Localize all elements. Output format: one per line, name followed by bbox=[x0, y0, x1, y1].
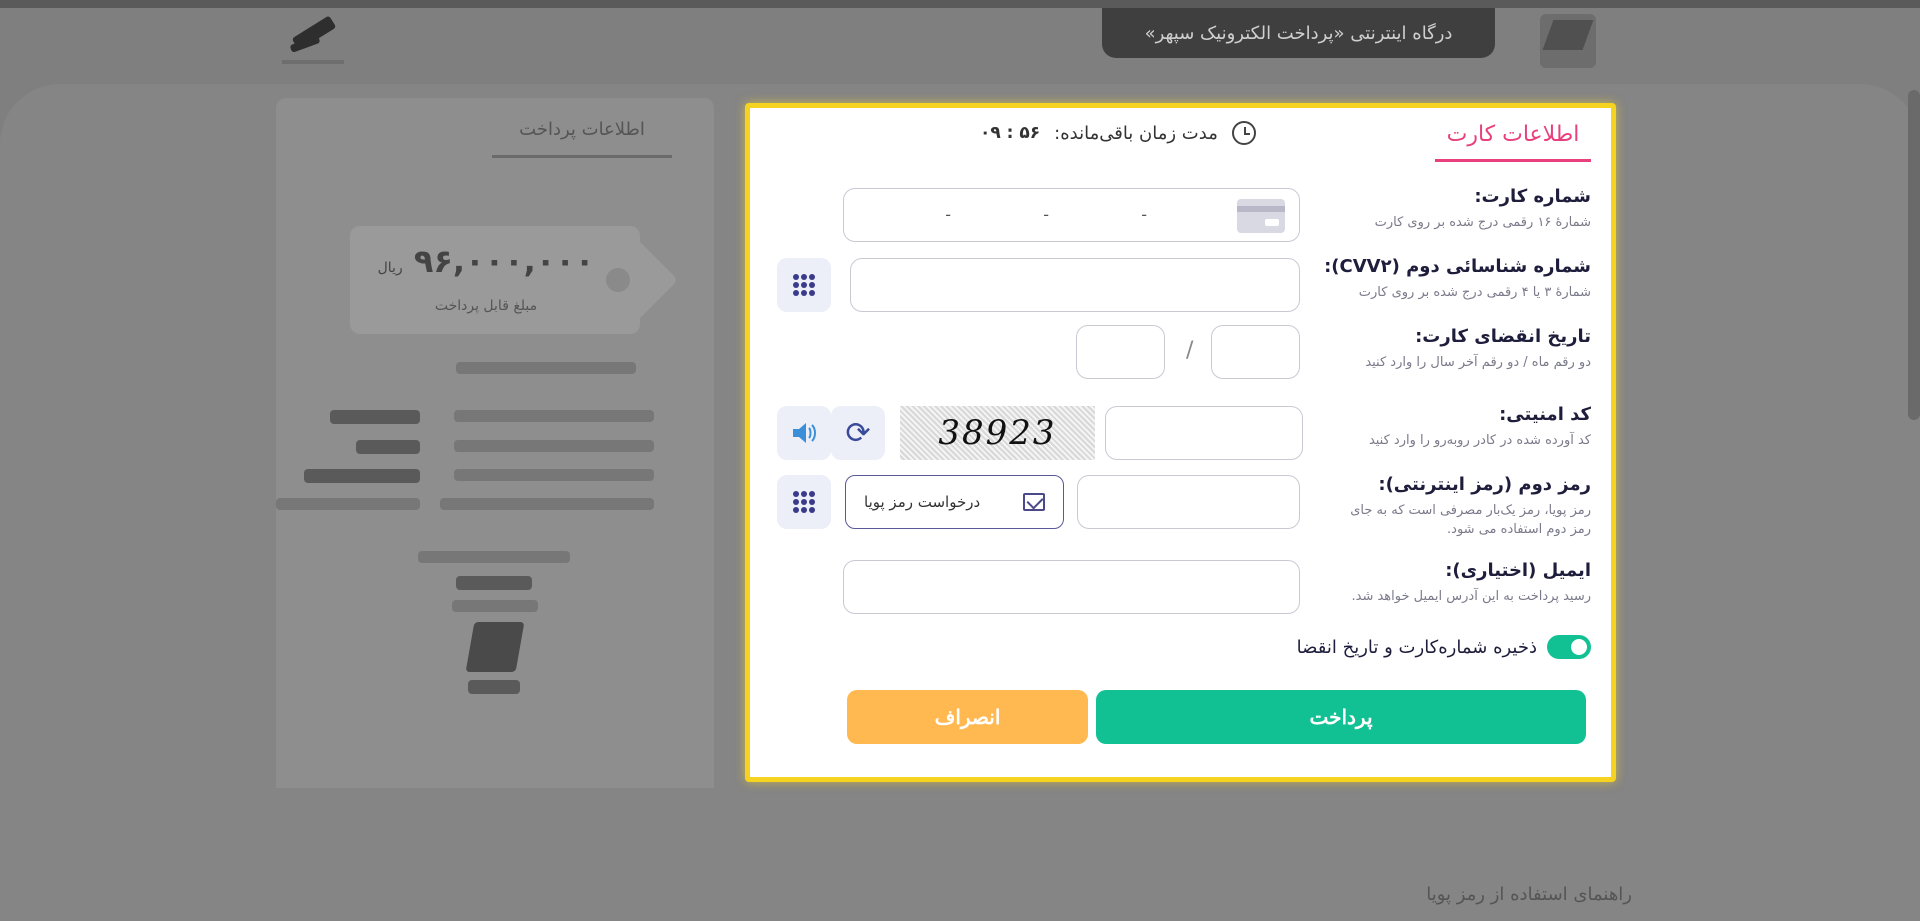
cancel-button[interactable]: انصراف bbox=[847, 690, 1088, 744]
bg-text-line bbox=[456, 576, 532, 590]
cvv2-input[interactable] bbox=[850, 258, 1300, 312]
help-link: راهنمای استفاده از رمز پویا bbox=[1426, 884, 1632, 905]
pin2-hint-line2: رمز دوم استفاده می شود. bbox=[1447, 522, 1591, 537]
clock-icon bbox=[1231, 121, 1256, 145]
captcha-hint: کد آورده شده در کادر روبه‌رو را وارد کنی… bbox=[1368, 433, 1591, 448]
pay-button[interactable]: پرداخت bbox=[1096, 690, 1586, 744]
save-card-toggle[interactable] bbox=[1547, 635, 1591, 659]
card-info-modal: اطلاعات کارت مدت زمان باقی‌مانده: ۰۹ : ۵… bbox=[745, 103, 1616, 782]
timer: مدت زمان باقی‌مانده: ۰۹ : ۵۶ bbox=[980, 116, 1256, 150]
expiry-hint: دو رقم ماه / دو رقم آخر سال را وارد کنید bbox=[1365, 355, 1591, 370]
email-hint: رسید پرداخت به این آدرس ایمیل خواهد شد. bbox=[1351, 589, 1591, 604]
gateway-title: درگاه اینترنتی «پرداخت الکترونیک سپهر» bbox=[1102, 8, 1495, 58]
card-number-row: شماره کارت: شمارهٔ ۱۶ رقمی درج شده بر رو… bbox=[1375, 186, 1591, 232]
speaker-icon[interactable] bbox=[777, 406, 831, 460]
amount-label: مبلغ قابل پرداخت bbox=[434, 298, 538, 314]
captcha-input[interactable] bbox=[1105, 406, 1303, 460]
pin2-label: رمز دوم (رمز اینترنتی): bbox=[1378, 474, 1591, 495]
email-input[interactable] bbox=[843, 560, 1300, 614]
pin2-hint-line1: رمز پویا، رمز یک‌بار مصرفی است که به جای bbox=[1350, 503, 1591, 518]
bg-text-line bbox=[454, 469, 654, 481]
top-strip bbox=[0, 0, 1920, 8]
expiry-row: تاریخ انقضای کارت: دو رقم ماه / دو رقم آ… bbox=[1365, 326, 1591, 372]
expiry-year-input[interactable] bbox=[1076, 325, 1165, 379]
refresh-icon[interactable]: ⟳ bbox=[831, 406, 885, 460]
bg-text-line bbox=[304, 469, 420, 483]
pin2-row: رمز دوم (رمز اینترنتی): رمز پویا، رمز یک… bbox=[1350, 474, 1591, 539]
tab-payment-info: اطلاعات پرداخت bbox=[492, 104, 672, 158]
bg-text-line bbox=[468, 680, 520, 694]
expiry-separator: / bbox=[1186, 338, 1194, 363]
mail-icon bbox=[1023, 493, 1045, 511]
card-separator: - bbox=[945, 205, 951, 224]
request-dynamic-pin-label: درخواست رمز پویا bbox=[864, 493, 981, 511]
bg-text-line bbox=[330, 410, 420, 424]
captcha-image: 38923 bbox=[900, 406, 1095, 460]
tab-card-info[interactable]: اطلاعات کارت bbox=[1435, 110, 1591, 162]
keypad-icon[interactable] bbox=[777, 258, 831, 312]
amount-unit: ریال bbox=[377, 260, 403, 276]
save-card-label: ذخیره شماره‌کارت و تاریخ انقضا bbox=[1296, 636, 1537, 658]
bg-text-line bbox=[454, 440, 654, 452]
card-number-label: شماره کارت: bbox=[1474, 186, 1591, 207]
merchant-logo bbox=[282, 15, 344, 68]
stamp-logo bbox=[465, 622, 525, 672]
timer-label: مدت زمان باقی‌مانده: bbox=[1054, 122, 1218, 144]
credit-card-icon bbox=[1237, 199, 1285, 233]
bg-text-line bbox=[356, 440, 420, 454]
captcha-label: کد امنیتی: bbox=[1499, 404, 1591, 425]
cvv2-row: شماره شناسائی دوم (CVV۲): شمارهٔ ۳ یا ۴ … bbox=[1324, 256, 1591, 302]
request-dynamic-pin-button[interactable]: درخواست رمز پویا bbox=[845, 475, 1064, 529]
amount-value: ۹۶,۰۰۰,۰۰۰ bbox=[413, 242, 595, 280]
captcha-row: کد امنیتی: کد آورده شده در کادر روبه‌رو … bbox=[1369, 404, 1591, 450]
amount-badge: ۹۶,۰۰۰,۰۰۰ ریال مبلغ قابل پرداخت bbox=[350, 226, 679, 334]
bank-logo bbox=[1540, 14, 1596, 68]
card-number-hint: شمارهٔ ۱۶ رقمی درج شده بر روی کارت bbox=[1374, 215, 1591, 230]
bg-text-line bbox=[418, 551, 570, 563]
bg-text-line bbox=[440, 498, 654, 510]
card-separator: - bbox=[1141, 205, 1147, 224]
card-separator: - bbox=[1043, 205, 1049, 224]
bg-text-line bbox=[452, 600, 538, 612]
pin2-input[interactable] bbox=[1077, 475, 1300, 529]
timer-value: ۰۹ : ۵۶ bbox=[980, 123, 1041, 143]
save-card-row: ذخیره شماره‌کارت و تاریخ انقضا bbox=[1297, 635, 1591, 659]
expiry-month-input[interactable] bbox=[1211, 325, 1300, 379]
email-label: ایمیل (اختیاری): bbox=[1445, 560, 1591, 581]
keypad-icon[interactable] bbox=[777, 475, 831, 529]
expiry-label: تاریخ انقضای کارت: bbox=[1415, 326, 1591, 347]
email-row: ایمیل (اختیاری): رسید پرداخت به این آدرس… bbox=[1351, 560, 1591, 606]
cvv2-hint: شمارهٔ ۳ یا ۴ رقمی درج شده بر روی کارت bbox=[1358, 285, 1591, 300]
page-scrollbar bbox=[1908, 90, 1920, 420]
cvv2-label: شماره شناسائی دوم (CVV۲): bbox=[1324, 256, 1591, 277]
bg-text-line bbox=[454, 410, 654, 422]
bg-text-line bbox=[456, 362, 636, 374]
bg-text-line bbox=[276, 498, 420, 510]
card-number-input[interactable]: - - - bbox=[843, 188, 1300, 242]
